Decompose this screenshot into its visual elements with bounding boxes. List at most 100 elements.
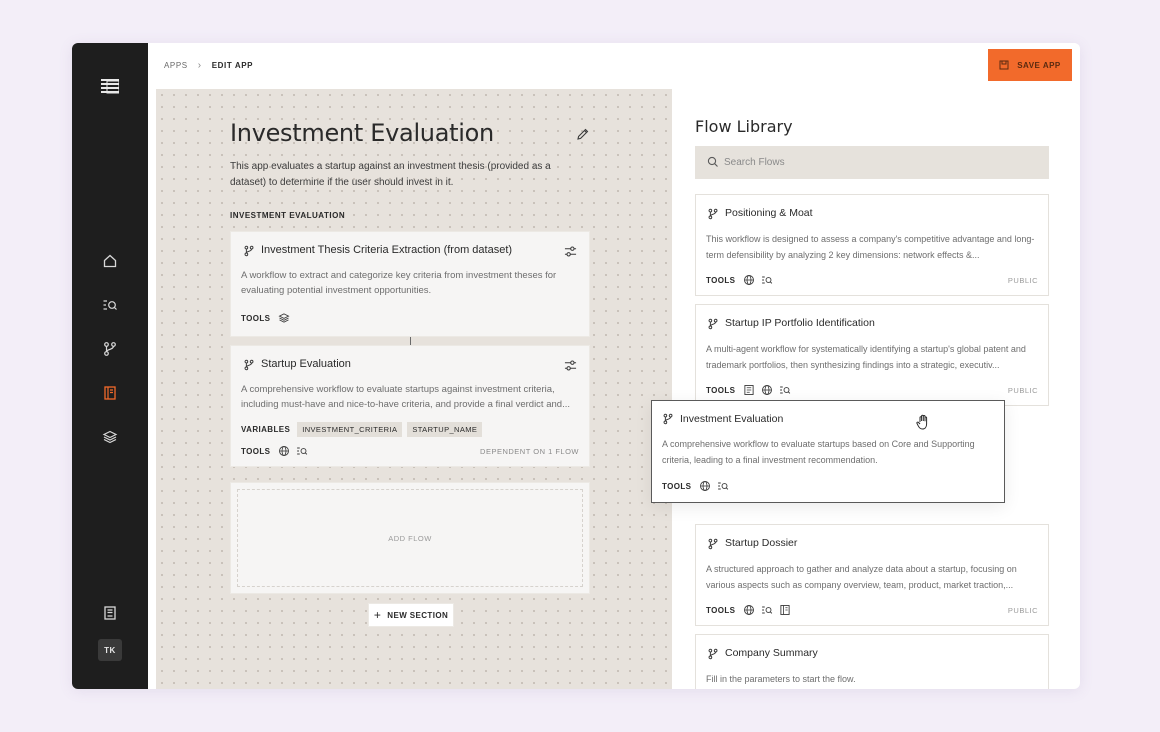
app-window: TK APPS › EDIT APP SAVE APP Investment E… <box>72 43 1080 689</box>
variable-chip[interactable]: INVESTMENT_CRITERIA <box>297 422 403 437</box>
flow-branch-icon <box>244 359 254 371</box>
tools-label: TOOLS <box>706 385 736 395</box>
variables-row: VARIABLES INVESTMENT_CRITERIA STARTUP_NA… <box>241 422 483 437</box>
header: APPS › EDIT APP SAVE APP <box>148 43 1080 89</box>
flow-card[interactable]: Investment Thesis Criteria Extraction (f… <box>230 231 590 337</box>
sidebar-item-docs[interactable] <box>100 603 120 623</box>
variables-label: VARIABLES <box>241 425 291 434</box>
flow-branch-icon <box>708 318 718 330</box>
library-flow-card[interactable]: Positioning & Moat This workflow is desi… <box>695 194 1049 296</box>
library-flow-card[interactable]: Startup IP Portfolio Identification A mu… <box>695 304 1049 406</box>
visibility-badge: PUBLIC <box>1007 606 1038 615</box>
globe-icon <box>279 446 290 456</box>
flow-title: Investment Thesis Criteria Extraction (f… <box>261 244 513 256</box>
library-card-description: A structured approach to gather and anal… <box>706 564 1017 590</box>
flow-card[interactable]: Startup Evaluation A comprehensive workf… <box>230 345 590 467</box>
breadcrumb-edit-app: EDIT APP <box>211 61 254 70</box>
new-section-label: NEW SECTION <box>387 610 449 620</box>
tools-label: TOOLS <box>241 313 271 323</box>
sidebar-item-datasets[interactable] <box>100 427 120 447</box>
search-list-icon <box>762 606 773 614</box>
app-description: This app evaluates a startup against an … <box>230 161 551 188</box>
flow-branch-icon <box>708 538 718 550</box>
library-card-title: Company Summary <box>725 647 818 659</box>
flow-description: A workflow to extract and categorize key… <box>241 270 557 296</box>
breadcrumb: APPS › EDIT APP <box>164 60 253 71</box>
apps-book-icon <box>104 386 116 400</box>
app-canvas: Investment Evaluation This app evaluates… <box>156 89 672 689</box>
flow-branch-icon <box>708 208 718 220</box>
variable-chip[interactable]: STARTUP_NAME <box>407 422 483 437</box>
document-icon <box>744 385 754 395</box>
library-flow-card[interactable]: Company Summary Fill in the parameters t… <box>695 634 1049 689</box>
page-title: Investment Evaluation <box>230 119 494 147</box>
save-app-button[interactable]: SAVE APP <box>988 49 1072 81</box>
globe-icon <box>762 385 773 395</box>
plus-icon: + <box>373 608 382 622</box>
dragging-flow-card[interactable]: Investment Evaluation A comprehensive wo… <box>651 400 1005 503</box>
search-list-icon <box>103 300 117 310</box>
layers-icon <box>102 430 118 444</box>
dragging-card-title: Investment Evaluation <box>680 413 784 425</box>
tools-label: TOOLS <box>706 275 736 285</box>
search-list-icon <box>780 386 791 394</box>
flow-branch-icon <box>663 413 673 425</box>
save-icon <box>999 60 1009 70</box>
tools-row: TOOLS <box>706 274 773 286</box>
search-list-icon <box>718 482 729 490</box>
tools-row: TOOLS <box>241 312 290 324</box>
chevron-right-icon: › <box>197 60 202 71</box>
flow-branch-icon <box>104 342 116 356</box>
avatar[interactable]: TK <box>98 639 122 661</box>
sidebar-item-apps[interactable] <box>100 383 120 403</box>
flow-title: Startup Evaluation <box>261 358 351 370</box>
library-flow-card[interactable]: Startup Dossier A structured approach to… <box>695 524 1049 626</box>
tools-row: TOOLS <box>706 604 791 616</box>
search-icon <box>707 156 718 167</box>
flow-description: A comprehensive workflow to evaluate sta… <box>241 384 570 410</box>
dragging-card-description: A comprehensive workflow to evaluate sta… <box>662 439 975 465</box>
logo-icon[interactable] <box>101 79 119 95</box>
settings-sliders-icon[interactable] <box>564 359 577 372</box>
new-section-button[interactable]: + NEW SECTION <box>368 603 454 627</box>
tools-label: TOOLS <box>706 605 736 615</box>
settings-sliders-icon[interactable] <box>564 245 577 258</box>
tools-row: TOOLS <box>706 384 791 396</box>
dependency-label: DEPENDENT ON 1 FLOW <box>480 447 579 456</box>
add-flow-dropzone[interactable]: ADD FLOW <box>230 482 590 594</box>
sidebar-item-home[interactable] <box>100 251 120 271</box>
tools-row: TOOLS <box>662 480 729 492</box>
flow-branch-icon <box>708 648 718 660</box>
edit-pencil-icon[interactable] <box>576 127 590 141</box>
search-list-icon <box>762 276 773 284</box>
layers-icon <box>278 313 290 323</box>
tools-label: TOOLS <box>662 481 692 491</box>
add-flow-label: ADD FLOW <box>237 489 583 587</box>
sidebar-item-flows[interactable] <box>100 339 120 359</box>
flow-branch-icon <box>244 245 254 257</box>
home-icon <box>103 254 117 268</box>
sidebar: TK <box>72 43 148 689</box>
globe-icon <box>744 605 755 615</box>
globe-icon <box>744 275 755 285</box>
section-label: INVESTMENT EVALUATION <box>230 211 346 220</box>
sidebar-item-search[interactable] <box>100 295 120 315</box>
tools-row: TOOLS <box>241 445 308 457</box>
search-flows-input[interactable] <box>695 146 1049 179</box>
library-card-title: Positioning & Moat <box>725 207 813 219</box>
search-list-icon <box>297 447 308 455</box>
breadcrumb-apps[interactable]: APPS <box>164 61 188 70</box>
flow-library-panel: Flow Library Positioning & Moat This wor… <box>672 95 1072 689</box>
library-card-description: Fill in the parameters to start the flow… <box>706 674 856 684</box>
library-card-title: Startup Dossier <box>725 537 798 549</box>
visibility-badge: PUBLIC <box>1007 386 1038 395</box>
docs-book-icon <box>104 606 116 620</box>
visibility-badge: PUBLIC <box>1007 276 1038 285</box>
library-title: Flow Library <box>695 117 793 136</box>
globe-icon <box>700 481 711 491</box>
grab-hand-cursor-icon <box>916 414 928 430</box>
library-card-description: This workflow is designed to assess a co… <box>706 234 1035 260</box>
book-icon <box>780 605 790 615</box>
library-card-title: Startup IP Portfolio Identification <box>725 317 875 329</box>
library-card-description: A multi-agent workflow for systematicall… <box>706 344 1026 370</box>
